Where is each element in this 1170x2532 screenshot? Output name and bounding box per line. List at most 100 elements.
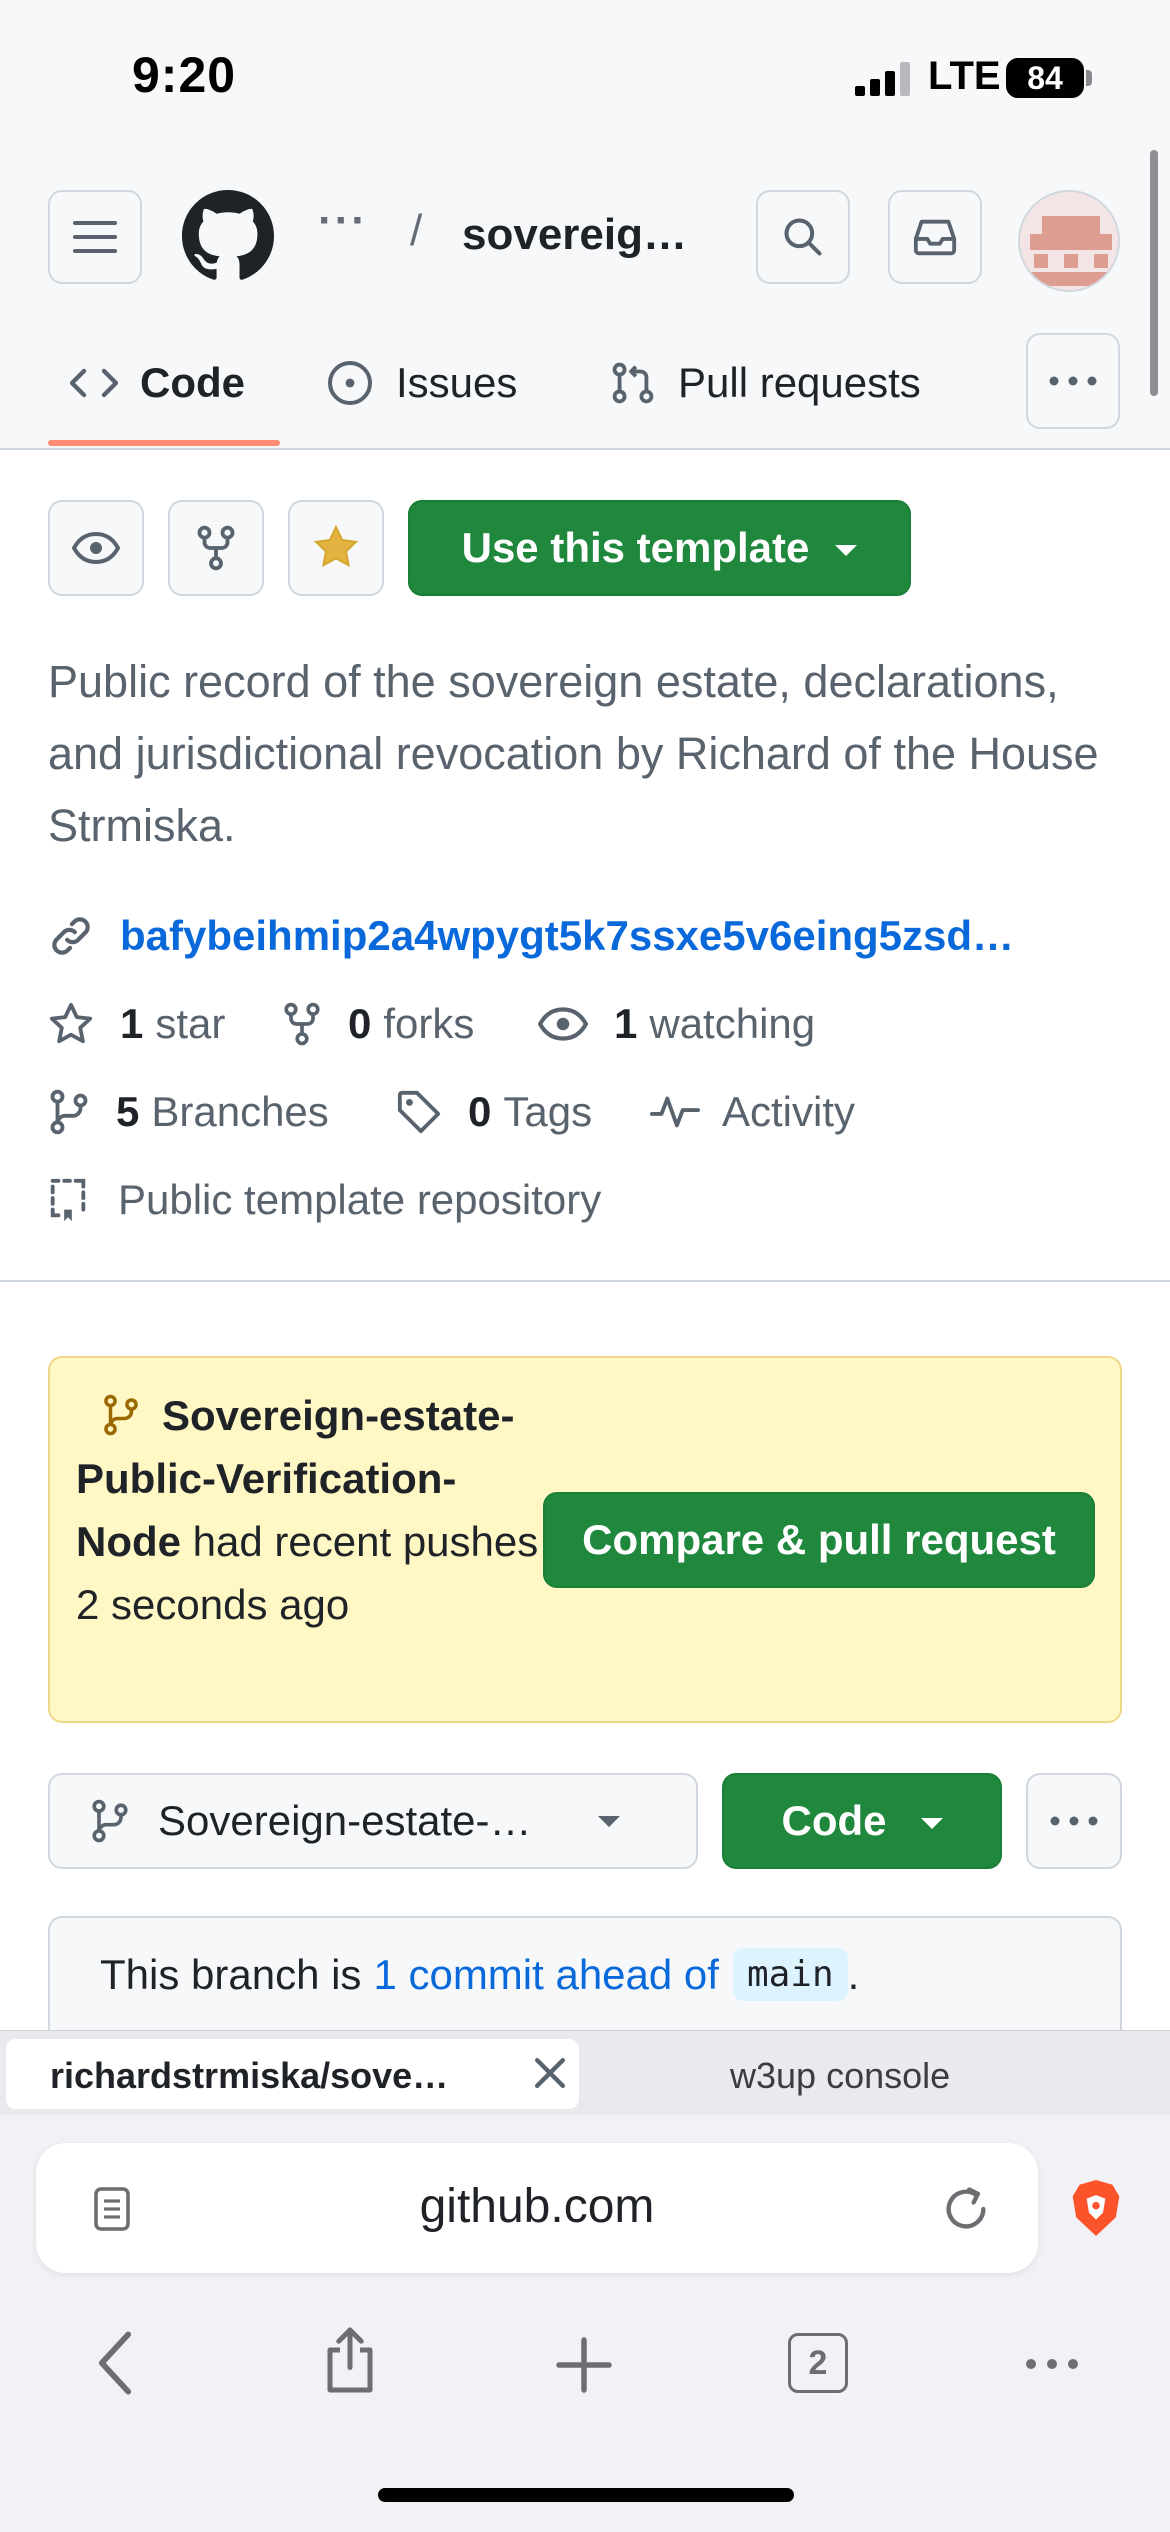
tab-issues[interactable]: Issues (326, 352, 517, 414)
watching-stat[interactable]: 1 watching (538, 1000, 815, 1048)
browser-toolbar: github.com 2 (0, 2115, 1170, 2532)
branch-icon (104, 1394, 138, 1436)
new-tab-icon[interactable] (554, 2335, 614, 2395)
tabs-overflow-button[interactable] (1026, 333, 1120, 429)
branch-icon (92, 1799, 128, 1843)
code-button-label: Code (781, 1797, 887, 1844)
use-template-button[interactable]: Use this template (408, 500, 911, 596)
status-time: 9:20 (132, 47, 237, 103)
inbox-icon (913, 219, 957, 256)
branch-status-text: This branch is 1 commit ahead of main . (100, 1948, 859, 2001)
battery-icon: 84 (1006, 58, 1084, 98)
code-dropdown-button[interactable]: Code (722, 1773, 1002, 1869)
kebab-horizontal-icon (1050, 1816, 1098, 1826)
back-icon[interactable] (92, 2330, 138, 2396)
repo-name[interactable]: sovereig… (462, 210, 687, 260)
watching-count: 1 (614, 1000, 638, 1047)
home-indicator[interactable] (378, 2488, 794, 2502)
branches-label: Branches (151, 1088, 329, 1135)
star-button[interactable] (288, 500, 384, 596)
close-icon[interactable] (528, 2051, 572, 2095)
signal-icon (855, 62, 910, 96)
recent-push-text: Sovereign-estate-Public-Verification-Nod… (76, 1384, 546, 1636)
pull-request-icon (612, 362, 654, 404)
url-text: github.com (419, 2180, 655, 2233)
branch-selector-label: Sovereign-estate-… (158, 1797, 532, 1844)
fork-icon (197, 525, 235, 571)
stars-count: 1 (120, 1000, 144, 1047)
code-icon (70, 368, 118, 398)
repo-description: Public record of the sovereign estate, d… (48, 656, 1099, 851)
fork-button[interactable] (168, 500, 264, 596)
tab-count-button[interactable]: 2 (788, 2333, 848, 2393)
browser-tab-title: richardstrmiska/sove… (50, 2055, 449, 2096)
fork-icon (284, 1002, 320, 1046)
eye-icon (72, 531, 120, 565)
reload-icon[interactable] (940, 2183, 992, 2235)
watching-label: watching (649, 1000, 816, 1047)
star-icon (49, 1002, 93, 1044)
website-link[interactable]: bafybeihmip2a4wpygt5k7ssxe5v6eing5zsd… (120, 912, 1014, 960)
tags-count: 0 (468, 1088, 492, 1135)
repo-template-icon (50, 1178, 86, 1222)
template-repo-row: Public template repository (48, 1176, 601, 1224)
brave-shield-icon[interactable] (1068, 2177, 1124, 2239)
branches-count: 5 (116, 1088, 140, 1135)
address-bar[interactable]: github.com (36, 2143, 1038, 2273)
browser-tab-active[interactable]: richardstrmiska/sove… (6, 2039, 579, 2109)
breadcrumb-overflow[interactable]: ··· (318, 196, 368, 246)
branch-icon (50, 1089, 88, 1135)
tab-pull-requests[interactable]: Pull requests (610, 352, 921, 414)
tab-code-label: Code (140, 359, 245, 406)
stars-stat[interactable]: 1 star (48, 1000, 225, 1048)
caret-down-icon (920, 1817, 943, 1829)
template-repo-label: Public template repository (118, 1176, 602, 1223)
inbox-button[interactable] (888, 190, 982, 284)
section-divider (0, 1280, 1170, 1282)
base-branch-chip: main (732, 1948, 848, 2001)
forks-label: forks (383, 1000, 475, 1047)
forks-count: 0 (348, 1000, 372, 1047)
commits-ahead-link[interactable]: 1 commit ahead of (373, 1951, 719, 1999)
tags-stat[interactable]: 0 Tags (396, 1088, 592, 1136)
branch-status-suffix: . (847, 1950, 860, 1998)
issue-icon (328, 361, 372, 405)
branches-stat[interactable]: 5 Branches (48, 1088, 329, 1136)
activity-label: Activity (722, 1088, 856, 1135)
forks-stat[interactable]: 0 forks (282, 1000, 474, 1048)
tag-icon (397, 1090, 441, 1134)
page-scrollbar[interactable] (1150, 150, 1158, 396)
tab-pull-requests-label: Pull requests (678, 359, 921, 406)
status-bar: 9:20 LTE 84 (0, 0, 1170, 145)
search-icon (784, 218, 822, 256)
tab-code[interactable]: Code (70, 352, 245, 414)
more-options-button[interactable] (1026, 1773, 1122, 1869)
eye-icon (538, 1007, 588, 1041)
compare-pull-request-button[interactable]: Compare & pull request (543, 1492, 1095, 1588)
github-logo-icon[interactable] (182, 190, 274, 282)
search-button[interactable] (756, 190, 850, 284)
branch-selector[interactable]: Sovereign-estate-… (48, 1773, 698, 1869)
active-tab-indicator (48, 440, 280, 446)
battery-tip (1086, 70, 1092, 86)
browser-tab-inactive[interactable]: w3up console (730, 2055, 950, 2097)
breadcrumb-separator: / (410, 206, 423, 255)
caret-down-icon (835, 544, 858, 556)
website-row[interactable]: bafybeihmip2a4wpygt5k7ssxe5v6eing5zsd… (48, 912, 1014, 960)
use-template-label: Use this template (461, 524, 810, 571)
avatar[interactable] (1018, 190, 1120, 292)
share-icon[interactable] (320, 2325, 380, 2395)
hamburger-icon (73, 221, 117, 253)
link-icon (52, 917, 90, 955)
more-menu-icon[interactable] (1024, 2357, 1080, 2371)
activity-stat[interactable]: Activity (650, 1088, 855, 1136)
browser-tab-bar: richardstrmiska/sove… w3up console (0, 2030, 1170, 2115)
branch-status-prefix: This branch is (100, 1950, 362, 1998)
network-label: LTE (928, 54, 1001, 98)
kebab-horizontal-icon (1049, 376, 1097, 386)
tags-label: Tags (503, 1088, 593, 1135)
watch-button[interactable] (48, 500, 144, 596)
pulse-icon (650, 1096, 700, 1128)
tab-issues-label: Issues (396, 359, 518, 406)
menu-button[interactable] (48, 190, 142, 284)
